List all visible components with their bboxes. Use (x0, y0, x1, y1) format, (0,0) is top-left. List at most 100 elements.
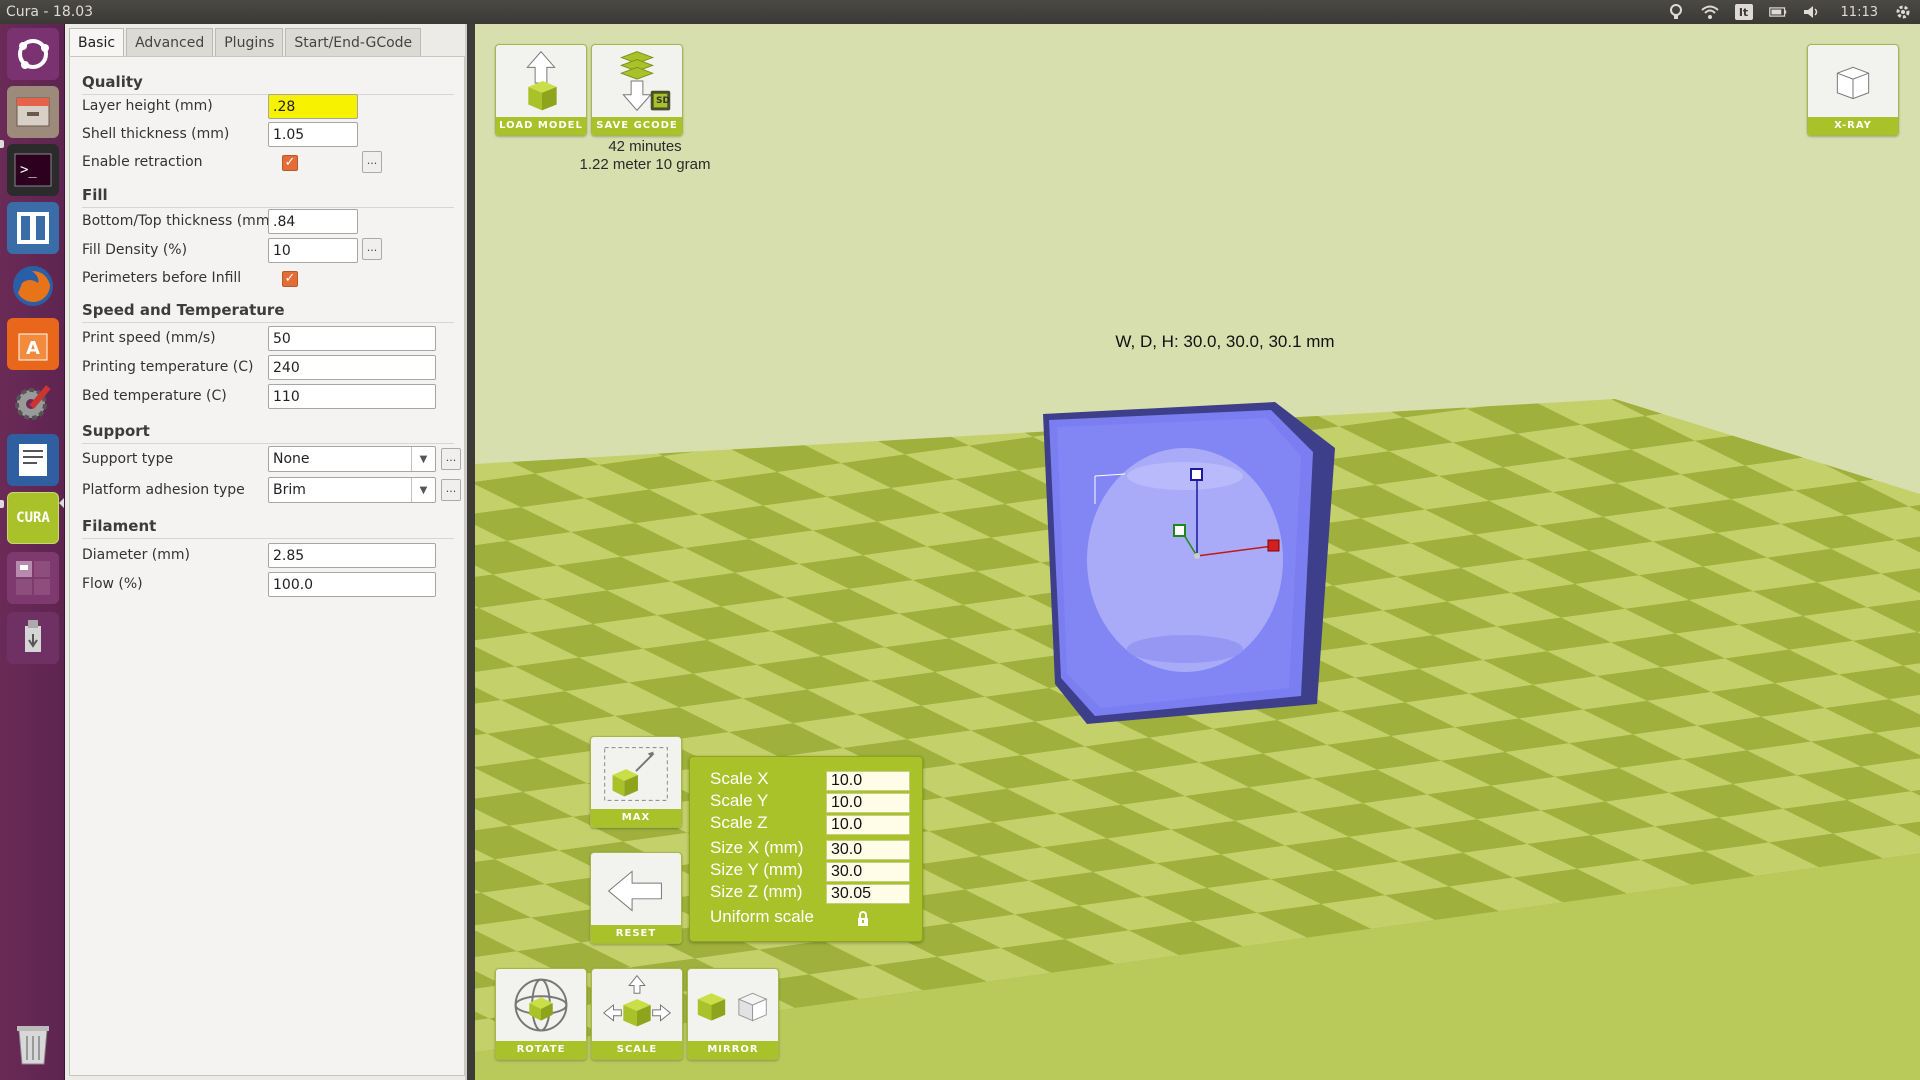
uniform-scale-label: Uniform scale (710, 907, 814, 926)
tab-basic[interactable]: Basic (69, 28, 125, 56)
cura-icon[interactable]: CURA (7, 492, 59, 544)
xray-label: X-RAY (1808, 117, 1898, 135)
mirror-icon (697, 992, 768, 1022)
section-quality: Quality (82, 73, 143, 91)
scale-panel: Scale X Scale Y Scale Z Size X (mm) Size… (689, 756, 923, 942)
size-z-label: Size Z (mm) (710, 882, 803, 901)
shell-thickness-label: Shell thickness (mm) (82, 126, 230, 142)
bottom-top-thickness-input[interactable] (268, 209, 358, 234)
scale-tool-button[interactable]: SCALE (591, 968, 683, 1060)
launcher: >_ A CURA (0, 24, 65, 1080)
print-material: 1.22 meter 10 gram (579, 156, 711, 173)
scale-x-input[interactable] (826, 771, 910, 791)
xray-view-button[interactable]: X-RAY (1807, 44, 1899, 136)
divider (82, 443, 454, 444)
max-label: MAX (591, 809, 681, 827)
divider (82, 207, 454, 208)
flow-label: Flow (%) (82, 576, 143, 592)
app-icon[interactable] (7, 202, 59, 254)
scale-z-input[interactable] (826, 815, 910, 835)
max-scale-button[interactable]: MAX (590, 736, 682, 828)
text-editor-icon[interactable] (7, 434, 59, 486)
perimeters-before-infill-checkbox[interactable]: ✓ (282, 271, 298, 287)
rotate-tool-button[interactable]: ROTATE (495, 968, 587, 1060)
top-panel: Cura - 18.03 It 11:13 (0, 0, 1920, 24)
retraction-more-button[interactable]: ... (362, 151, 382, 173)
diameter-input[interactable] (268, 543, 436, 568)
3d-viewport[interactable]: LOAD MODEL SD SAVE GCODE 42 minutes 1.22… (475, 24, 1920, 1080)
battery-icon[interactable] (1768, 3, 1787, 21)
layer-height-input[interactable] (268, 94, 358, 119)
load-model-button[interactable]: LOAD MODEL (495, 44, 587, 136)
files-icon[interactable] (7, 86, 59, 138)
size-z-input[interactable] (826, 884, 910, 904)
basic-settings: Quality Layer height (mm) Shell thicknes… (69, 56, 465, 1076)
save-gcode-button[interactable]: SD SAVE GCODE (591, 44, 683, 136)
system-settings-icon[interactable] (7, 376, 59, 428)
gear-icon[interactable] (1894, 3, 1912, 21)
tab-advanced[interactable]: Advanced (126, 28, 214, 56)
upload-arrow-icon (526, 50, 557, 111)
size-x-label: Size X (mm) (710, 838, 804, 857)
support-type-select[interactable]: None ▼ (268, 446, 436, 472)
enable-retraction-label: Enable retraction (82, 154, 203, 170)
tab-start-end-gcode[interactable]: Start/End-GCode (285, 28, 422, 56)
adhesion-more-button[interactable]: ... (441, 479, 461, 501)
model-cube[interactable] (1043, 402, 1335, 724)
flow-input[interactable] (268, 572, 436, 597)
workspace-switcher-icon[interactable] (7, 552, 59, 604)
printing-temperature-input[interactable] (268, 355, 436, 380)
layer-height-label: Layer height (mm) (82, 98, 213, 114)
wifi-icon[interactable] (1700, 3, 1719, 21)
rotate-icon (514, 978, 568, 1032)
save-layers-icon (619, 51, 671, 112)
cube-outline-icon (1836, 66, 1870, 100)
running-indicator (0, 140, 4, 148)
indicator-area: It 11:13 (1667, 0, 1912, 24)
chevron-down-icon: ▼ (411, 478, 435, 502)
scale-x-label: Scale X (710, 769, 769, 788)
tab-plugins[interactable]: Plugins (215, 28, 284, 56)
clock[interactable]: 11:13 (1841, 5, 1878, 20)
fill-density-input[interactable] (268, 238, 358, 263)
mirror-tool-button[interactable]: MIRROR (687, 968, 779, 1060)
print-speed-input[interactable] (268, 326, 436, 351)
reset-scale-button[interactable]: RESET (590, 852, 682, 944)
bed-temperature-label: Bed temperature (C) (82, 388, 227, 404)
window-title: Cura - 18.03 (6, 4, 94, 20)
size-y-label: Size Y (mm) (710, 860, 803, 879)
size-x-input[interactable] (826, 840, 910, 860)
volume-icon[interactable] (1803, 3, 1821, 21)
trash-icon[interactable] (7, 1018, 59, 1070)
save-gcode-label: SAVE GCODE (592, 117, 682, 135)
enable-retraction-checkbox[interactable]: ✓ (282, 155, 298, 171)
software-center-icon[interactable]: A (7, 318, 59, 370)
terminal-icon[interactable]: >_ (7, 144, 59, 196)
chevron-down-icon: ▼ (411, 447, 435, 471)
keyboard-layout-indicator[interactable]: It (1734, 4, 1753, 20)
section-filament: Filament (82, 517, 157, 535)
arrow-left-icon (607, 870, 662, 912)
support-type-label: Support type (82, 451, 174, 467)
print-info: 42 minutes 1.22 meter 10 gram (555, 138, 735, 174)
bed-temperature-input[interactable] (268, 384, 436, 409)
fill-density-more-button[interactable]: ... (362, 238, 382, 260)
mirror-label: MIRROR (688, 1041, 778, 1059)
diameter-label: Diameter (mm) (82, 547, 191, 563)
sd-badge: SD (656, 96, 670, 106)
notification-icon[interactable] (1667, 3, 1685, 21)
shell-thickness-input[interactable] (268, 122, 358, 147)
settings-tabs: Basic Advanced Plugins Start/End-GCode (69, 28, 423, 56)
scale-y-label: Scale Y (710, 791, 769, 810)
scale-y-input[interactable] (826, 793, 910, 813)
settings-panel: Basic Advanced Plugins Start/End-GCode Q… (65, 24, 467, 1080)
firefox-icon[interactable] (7, 260, 59, 312)
svg-text:A: A (26, 338, 40, 359)
svg-text:>_: >_ (20, 162, 37, 178)
running-indicator (0, 500, 4, 508)
platform-adhesion-select[interactable]: Brim ▼ (268, 477, 436, 503)
ubuntu-dash-icon[interactable] (7, 28, 59, 80)
size-y-input[interactable] (826, 862, 910, 882)
support-more-button[interactable]: ... (441, 448, 461, 470)
usb-drive-icon[interactable] (7, 612, 59, 664)
